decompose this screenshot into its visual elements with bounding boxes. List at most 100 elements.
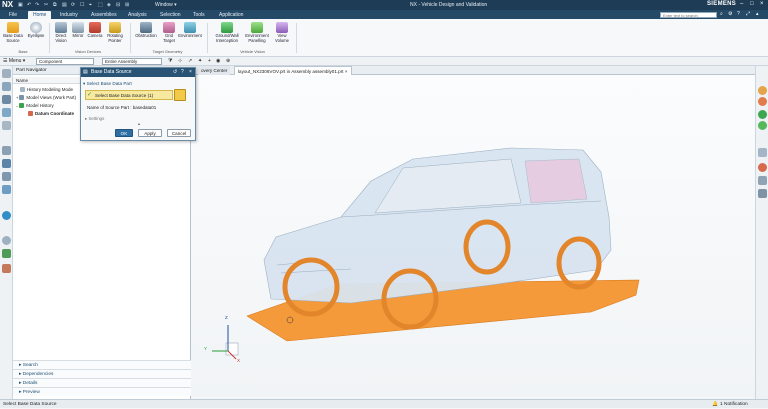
environment-panelling-button[interactable]: Environment Panelling [242, 22, 272, 43]
cancel-button[interactable]: Cancel [167, 129, 191, 137]
obstruction-button[interactable]: Obstruction [133, 22, 159, 39]
save-icon[interactable]: ▣ [18, 2, 24, 8]
minimize-icon[interactable]: – [740, 1, 743, 7]
orient-icon[interactable]: ⊕ [226, 58, 230, 64]
ground-wall-interception-button[interactable]: Ground/Wall Interception [212, 22, 242, 43]
view-volume-button[interactable]: View Volume [272, 22, 292, 43]
tab-application[interactable]: Application [214, 11, 248, 19]
close-tab-icon[interactable]: × [345, 69, 348, 74]
panel-details[interactable]: ▸ Details [13, 378, 191, 387]
lock-icon[interactable]: ◈ [107, 2, 113, 8]
tab-file[interactable]: File [4, 11, 22, 19]
panel-search[interactable]: ▸ Search [13, 360, 191, 369]
settings-section[interactable]: ▸ Settings [85, 116, 104, 122]
roles-icon[interactable] [2, 249, 11, 258]
axis-z-label: Z [225, 315, 228, 320]
car-icon[interactable] [758, 189, 767, 198]
process-studio-icon[interactable] [2, 185, 11, 194]
plus-icon[interactable]: + [208, 58, 211, 64]
arrow-icon[interactable]: ↗ [188, 58, 192, 64]
web-browser-icon[interactable] [2, 159, 11, 168]
grid-icon[interactable]: ⊞ [125, 2, 131, 8]
close-icon[interactable]: × [760, 1, 764, 7]
clock-icon[interactable] [2, 236, 11, 245]
redo-icon[interactable]: ↷ [35, 2, 41, 8]
menu-button[interactable]: ☰ Menu ▾ [3, 58, 25, 64]
search-icon[interactable]: ⌕ [720, 11, 723, 17]
measure-icon[interactable]: ⌖ [89, 2, 95, 8]
reuse-library-icon[interactable] [2, 108, 11, 117]
select-base-data-source[interactable]: Select Base Data Source (1) [85, 90, 173, 100]
part-navigator-icon[interactable] [2, 69, 11, 78]
constraint-navigator-icon[interactable] [2, 95, 11, 104]
view-icon[interactable]: ◉ [216, 58, 220, 64]
assembly-navigator-icon[interactable] [2, 82, 11, 91]
type-filter-dropdown[interactable]: Component [36, 58, 94, 65]
section-select-base-data-part[interactable]: ▾ Select Base Data Part [83, 80, 193, 88]
tab-analysis[interactable]: Analysis [123, 11, 152, 19]
tab-tools[interactable]: Tools [188, 11, 210, 19]
paste-icon[interactable]: ▤ [62, 2, 68, 8]
tree-item-datum-coordinate[interactable]: Datum Coordinate [27, 110, 74, 117]
snap-icon[interactable]: ⊹ [178, 58, 182, 64]
validate-icon[interactable] [758, 121, 767, 130]
expand-arrow-icon[interactable]: ▴ [138, 121, 140, 126]
help-icon[interactable]: ? [181, 69, 184, 75]
tab-active-part[interactable]: layout_NX2306VOV.prt in Assembly assembl… [234, 66, 352, 75]
environment-button[interactable]: Environment [178, 22, 202, 39]
panel-preview[interactable]: ▸ Preview [13, 387, 191, 396]
tab-selection[interactable]: Selection [155, 11, 186, 19]
camera-button[interactable]: Camera [86, 22, 104, 39]
ribbon-collapse-icon[interactable]: ▴ [756, 11, 759, 17]
sphere-icon[interactable] [758, 97, 767, 106]
reset-icon[interactable]: ↺ [173, 69, 177, 75]
repeat-icon[interactable]: ⟳ [71, 2, 77, 8]
system-scene-icon[interactable] [2, 264, 11, 273]
select-icon[interactable]: ⬚ [98, 2, 104, 8]
vehicle-icon[interactable] [758, 176, 767, 185]
tab-home[interactable]: Home [28, 11, 52, 19]
history-icon[interactable] [2, 121, 11, 130]
grid-target-button[interactable]: Grid Target [160, 22, 178, 43]
check-icon[interactable] [758, 110, 767, 119]
palette-icon[interactable] [2, 172, 11, 181]
scope-dropdown[interactable]: Entire Assembly [102, 58, 162, 65]
mirror-button[interactable]: Mirror [70, 22, 86, 39]
hd3d-icon[interactable] [2, 146, 11, 155]
tree-item-history-mode[interactable]: History Modeling Mode [19, 86, 73, 93]
globe-icon[interactable] [2, 211, 11, 220]
window-menu[interactable]: Window ▾ [155, 2, 177, 8]
tab-industry[interactable]: Industry [55, 11, 83, 19]
point-icon[interactable]: ✦ [198, 58, 202, 64]
base-data-source-button[interactable]: Base Data Source [2, 22, 24, 43]
undo-icon[interactable]: ↶ [27, 2, 33, 8]
close-icon[interactable]: × [189, 69, 192, 75]
graphics-window[interactable]: Z Y X [191, 75, 759, 397]
rotating-pointer-button[interactable]: Rotating Pointer [104, 22, 126, 43]
expand-icon[interactable]: ⤢ [746, 11, 750, 17]
panel-dependencies[interactable]: ▸ Dependencies [13, 369, 191, 378]
filter-icon[interactable]: ⧩ [168, 58, 172, 64]
search-input[interactable]: Enter text to search [660, 11, 717, 18]
switch-window-icon[interactable]: ⊟ [116, 2, 122, 8]
direct-vision-button[interactable]: Direct Vision [52, 22, 70, 43]
settings-icon[interactable]: ⚙ [728, 11, 732, 17]
tab-discovery-center[interactable]: overy Center [198, 66, 231, 75]
maximize-icon[interactable]: □ [750, 1, 754, 7]
environment-icon [184, 22, 196, 33]
render-icon[interactable] [758, 148, 767, 157]
help-icon[interactable]: ? [737, 11, 740, 17]
eyellipse-button[interactable]: Eyellipse [26, 22, 46, 39]
tree-item-model-history[interactable]: – Model History [16, 102, 54, 109]
material-icon[interactable] [758, 163, 767, 172]
tab-assemblies[interactable]: Assemblies [86, 11, 122, 19]
ok-button[interactable]: OK [115, 129, 133, 137]
touch-mode-icon[interactable]: ☐ [80, 2, 86, 8]
apply-button[interactable]: Apply [138, 129, 162, 137]
status-bar: Select Base Data Source 🔔 1 Notification [0, 399, 768, 408]
copy-icon[interactable]: ⧉ [53, 2, 59, 8]
select-object-button[interactable] [174, 89, 186, 101]
tree-item-model-views[interactable]: + Model Views (Work Part) [16, 94, 76, 101]
sun-icon[interactable] [758, 86, 767, 95]
cut-icon[interactable]: ✂ [44, 2, 50, 8]
